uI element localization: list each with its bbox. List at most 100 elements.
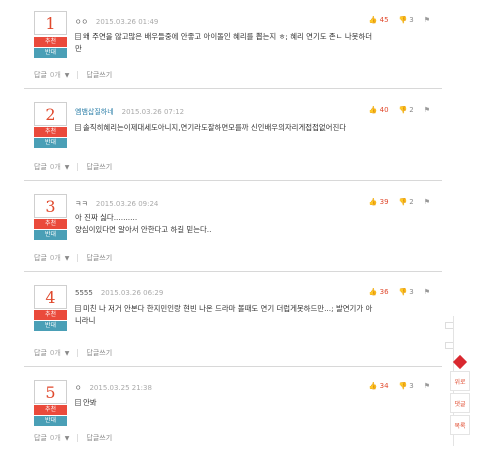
write-reply-link[interactable]: 답글쓰기 bbox=[86, 348, 112, 358]
rank-number: 5 bbox=[45, 382, 56, 402]
comment-body: 왜 주연을 않고많은 배우들중에 안좋고 아이돌인 혜리를 뽑는지 ㅎ; 혜리 … bbox=[75, 32, 373, 53]
comment-nickname[interactable]: 5555 bbox=[75, 289, 93, 297]
oppose-button[interactable]: 반대 bbox=[34, 138, 67, 148]
vote-counts: 👍 45 👎 3 ⚑ bbox=[369, 16, 430, 24]
chevron-down-icon: ▼ bbox=[64, 435, 70, 442]
dislike-count[interactable]: 👎 3 bbox=[399, 288, 414, 296]
dislike-count[interactable]: 👎 3 bbox=[399, 16, 414, 24]
comment-footer: 답글 0개 ▼ 답글쓰기 bbox=[34, 433, 112, 443]
comment-time: 2015.03.26 06:29 bbox=[100, 289, 164, 297]
thumbs-up-icon: 👍 bbox=[368, 288, 378, 296]
divider bbox=[77, 254, 79, 262]
recommend-button[interactable]: 추천 bbox=[34, 310, 67, 320]
vote-counts: 👍 34 👎 3 ⚑ bbox=[369, 382, 430, 390]
thumbs-down-icon: 👎 bbox=[398, 16, 408, 24]
reply-toggle[interactable]: 답글 0개 ▼ bbox=[34, 162, 69, 172]
thumbs-up-icon: 👍 bbox=[368, 198, 378, 206]
report-icon[interactable]: ⚑ bbox=[424, 106, 430, 114]
comment-time: 2015.03.26 07:12 bbox=[121, 108, 185, 116]
comment-item: 4 추천 반대 5555 2015.03.26 06:29 👍 36 👎 3 ⚑ 미친… bbox=[24, 272, 442, 367]
document-icon bbox=[75, 399, 81, 406]
rank-number: 3 bbox=[45, 196, 56, 216]
comment-meta: ㅋㅋ 2015.03.26 09:24 bbox=[75, 199, 158, 209]
best-comment-list: 1 추천 반대 ㅇㅇ 2015.03.26 01:49 👍 45 👎 3 ⚑ 왜 주연… bbox=[24, 0, 442, 461]
reply-toggle[interactable]: 답글 0개 ▼ bbox=[34, 433, 69, 443]
side-tab[interactable] bbox=[445, 342, 453, 349]
like-count[interactable]: 👍 39 bbox=[369, 198, 389, 206]
comment-time: 2015.03.26 01:49 bbox=[95, 18, 159, 26]
document-icon bbox=[75, 33, 81, 40]
divider bbox=[77, 163, 79, 171]
comment-footer: 답글 0개 ▼ 답글쓰기 bbox=[34, 253, 112, 263]
comments-button[interactable]: 댓글 bbox=[450, 393, 470, 413]
thumbs-up-icon: 👍 bbox=[368, 16, 378, 24]
like-count[interactable]: 👍 36 bbox=[369, 288, 389, 296]
oppose-button[interactable]: 반대 bbox=[34, 48, 67, 58]
vote-counts: 👍 40 👎 2 ⚑ bbox=[369, 106, 430, 114]
dislike-count[interactable]: 👎 2 bbox=[399, 106, 414, 114]
report-icon[interactable]: ⚑ bbox=[424, 382, 430, 390]
comment-meta: ㅇㅇ 2015.03.26 01:49 bbox=[75, 17, 158, 27]
comment-nickname[interactable]: ㅋㅋ bbox=[75, 200, 88, 208]
rank-badge: 2 bbox=[34, 102, 67, 126]
document-icon bbox=[75, 305, 81, 312]
rank-number: 2 bbox=[45, 104, 56, 124]
comment-body: 아 진짜 싫다.......... 양심이있다면 알아서 안한다고 하길 믿는다… bbox=[75, 213, 212, 234]
brand-cube-icon bbox=[450, 353, 470, 371]
reply-toggle[interactable]: 답글 0개 ▼ bbox=[34, 253, 69, 263]
divider bbox=[77, 434, 79, 442]
like-count[interactable]: 👍 45 bbox=[369, 16, 389, 24]
chevron-down-icon: ▼ bbox=[64, 255, 70, 262]
recommend-button[interactable]: 추천 bbox=[34, 127, 67, 137]
oppose-button[interactable]: 반대 bbox=[34, 416, 67, 426]
chevron-down-icon: ▼ bbox=[64, 350, 70, 357]
comment-item: 2 추천 반대 옘뱀삽질하네 2015.03.26 07:12 👍 40 👎 2 ⚑ … bbox=[24, 89, 442, 181]
thumbs-down-icon: 👎 bbox=[398, 382, 408, 390]
report-icon[interactable]: ⚑ bbox=[424, 198, 430, 206]
scroll-top-button[interactable]: 위로 bbox=[450, 371, 470, 391]
dislike-count[interactable]: 👎 2 bbox=[399, 198, 414, 206]
rank-badge: 5 bbox=[34, 380, 67, 404]
write-reply-link[interactable]: 답글쓰기 bbox=[86, 433, 112, 443]
comment-time: 2015.03.25 21:38 bbox=[89, 384, 152, 392]
comment-nickname[interactable]: ㅇㅇ bbox=[75, 18, 88, 26]
comment-item: 1 추천 반대 ㅇㅇ 2015.03.26 01:49 👍 45 👎 3 ⚑ 왜 주연… bbox=[24, 0, 442, 89]
comment-body: 미친 나 저거 안본다 한지민인랑 현빈 나온 드라마 볼때도 연기 더럽게못하… bbox=[75, 304, 373, 325]
rank-number: 1 bbox=[45, 13, 56, 33]
report-icon[interactable]: ⚑ bbox=[424, 16, 430, 24]
reply-toggle[interactable]: 답글 0개 ▼ bbox=[34, 70, 69, 80]
oppose-button[interactable]: 반대 bbox=[34, 230, 67, 240]
write-reply-link[interactable]: 답글쓰기 bbox=[86, 253, 112, 263]
dislike-count[interactable]: 👎 3 bbox=[399, 382, 414, 390]
comment-footer: 답글 0개 ▼ 답글쓰기 bbox=[34, 70, 112, 80]
thumbs-down-icon: 👎 bbox=[398, 198, 408, 206]
rank-badge: 1 bbox=[34, 11, 67, 35]
thumbs-down-icon: 👎 bbox=[398, 288, 408, 296]
recommend-button[interactable]: 추천 bbox=[34, 405, 67, 415]
rank-number: 4 bbox=[45, 287, 56, 307]
chevron-down-icon: ▼ bbox=[64, 164, 70, 171]
side-tab[interactable] bbox=[445, 322, 453, 329]
like-count[interactable]: 👍 40 bbox=[369, 106, 389, 114]
oppose-button[interactable]: 반대 bbox=[34, 321, 67, 331]
recommend-button[interactable]: 추천 bbox=[34, 219, 67, 229]
reply-toggle[interactable]: 답글 0개 ▼ bbox=[34, 348, 69, 358]
divider bbox=[77, 71, 79, 79]
document-icon bbox=[75, 124, 81, 131]
write-reply-link[interactable]: 답글쓰기 bbox=[86, 162, 112, 172]
comment-item: 3 추천 반대 ㅋㅋ 2015.03.26 09:24 👍 39 👎 2 ⚑ 아 진짜… bbox=[24, 181, 442, 272]
comment-nickname[interactable]: ㅇ bbox=[75, 384, 81, 392]
comment-meta: 옘뱀삽질하네 2015.03.26 07:12 bbox=[75, 107, 184, 117]
vote-counts: 👍 36 👎 3 ⚑ bbox=[369, 288, 430, 296]
thumbs-down-icon: 👎 bbox=[398, 106, 408, 114]
list-button[interactable]: 목록 bbox=[450, 415, 470, 435]
divider bbox=[77, 349, 79, 357]
report-icon[interactable]: ⚑ bbox=[424, 288, 430, 296]
thumbs-up-icon: 👍 bbox=[368, 382, 378, 390]
comment-nickname[interactable]: 옘뱀삽질하네 bbox=[75, 108, 114, 116]
like-count[interactable]: 👍 34 bbox=[369, 382, 389, 390]
comment-item: 5 추천 반대 ㅇ 2015.03.25 21:38 👍 34 👎 3 ⚑ 안봐 답글… bbox=[24, 367, 442, 461]
comment-time: 2015.03.26 09:24 bbox=[95, 200, 159, 208]
write-reply-link[interactable]: 답글쓰기 bbox=[86, 70, 112, 80]
recommend-button[interactable]: 추천 bbox=[34, 37, 67, 47]
